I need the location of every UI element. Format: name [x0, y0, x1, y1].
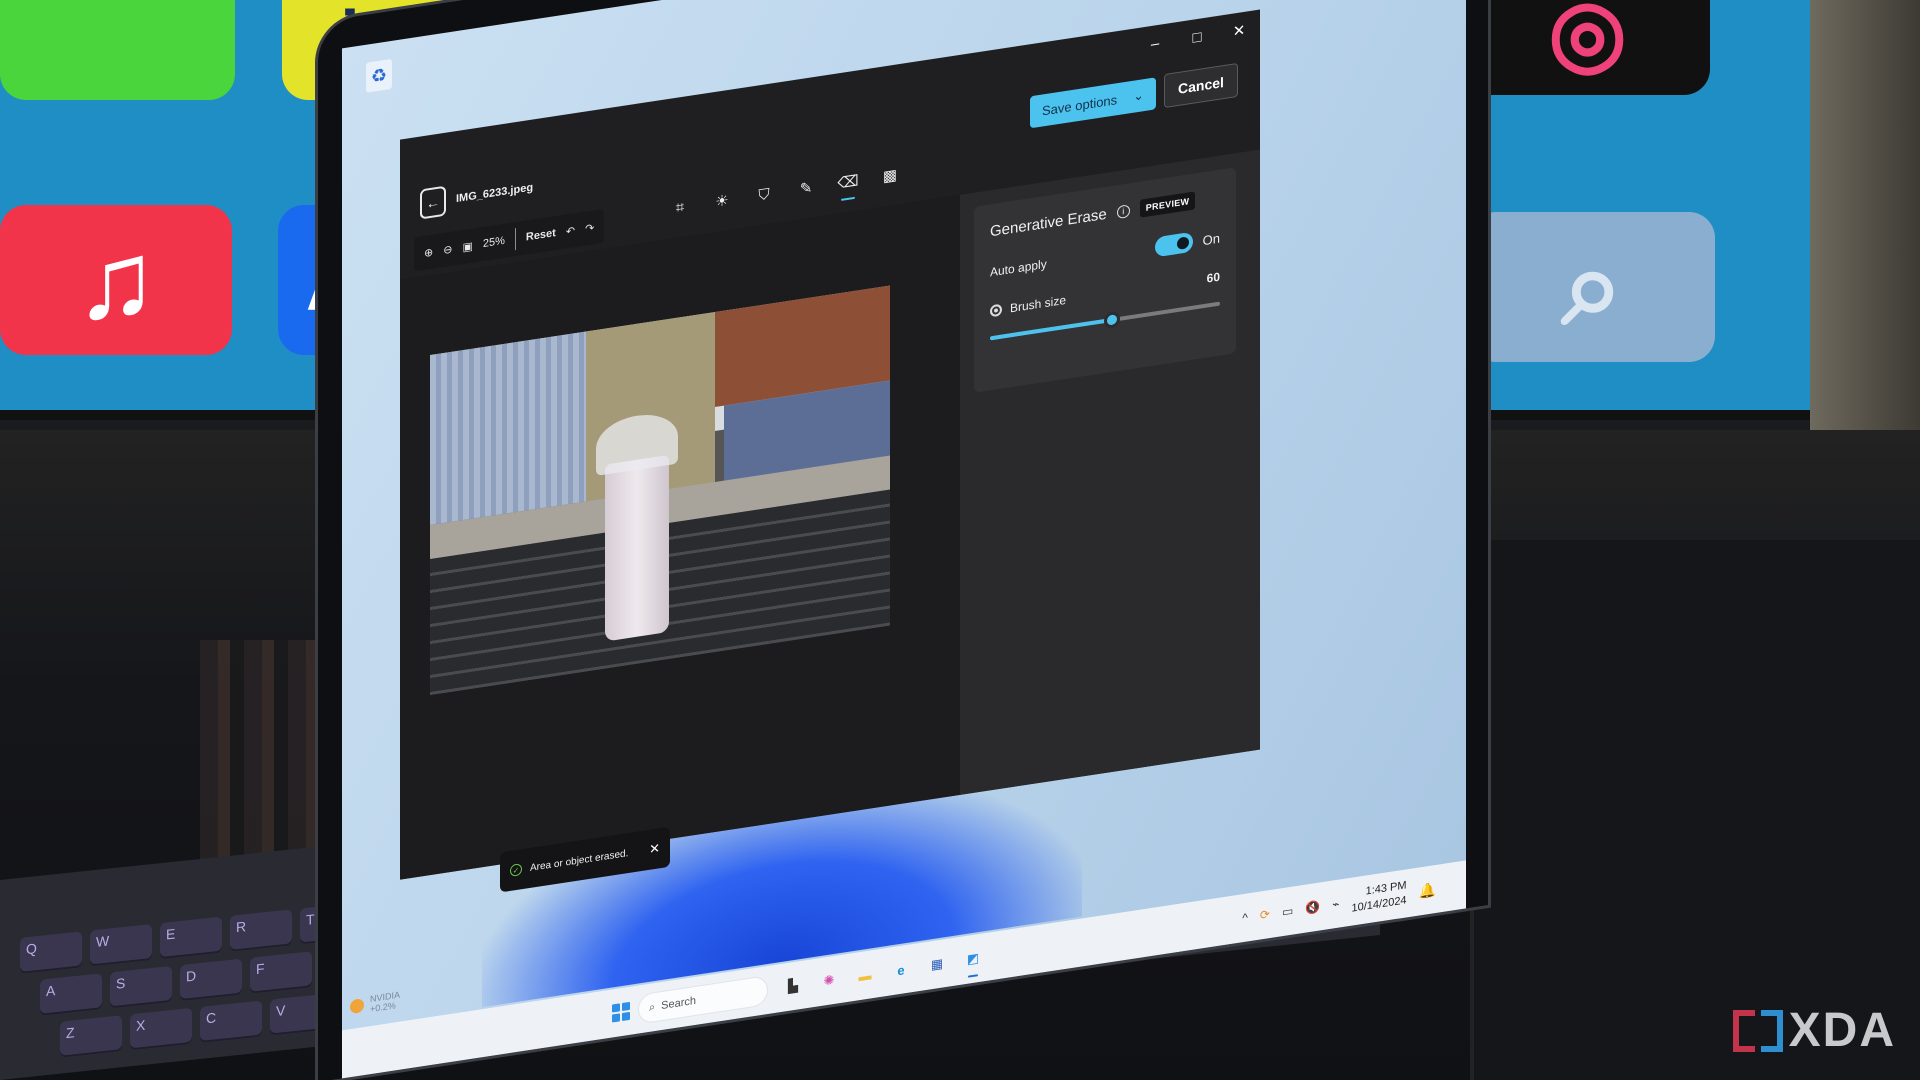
volume-muted-icon[interactable]: 🔇 [1305, 899, 1320, 915]
key: F [250, 951, 312, 994]
weather-widget[interactable]: NVIDIA +0.2% [350, 990, 400, 1018]
tv-app-search: ⌕ [1470, 212, 1715, 362]
fit-to-window-icon[interactable]: ▣ [462, 239, 472, 254]
laptop-screen: ♻ NVIDIA +0.2% – □ ✕ ← IMG_6233.jpeg Sav… [342, 0, 1466, 1079]
key: R [230, 909, 292, 952]
photos-app-icon[interactable]: ◩ [962, 946, 984, 971]
auto-apply-toggle[interactable] [1154, 231, 1193, 258]
generative-erase-card: Generative Erase i PREVIEW Auto apply On [974, 167, 1236, 393]
panel-title: Generative Erase [990, 205, 1107, 240]
toast-close-icon[interactable]: ✕ [649, 840, 660, 858]
undo-icon[interactable]: ↶ [566, 224, 575, 238]
minimize-button[interactable]: – [1134, 32, 1176, 55]
background-tool-icon[interactable]: ▩ [880, 160, 900, 191]
sync-icon[interactable]: ⟳ [1260, 907, 1270, 923]
save-options-button[interactable]: Save options ⌄ [1030, 77, 1156, 129]
key: S [110, 965, 172, 1009]
task-view-icon[interactable]: ▙ [782, 973, 804, 998]
back-button[interactable]: ← [420, 185, 446, 220]
tv-app-facetime [0, 0, 235, 100]
redo-icon[interactable]: ↷ [585, 221, 594, 235]
cancel-button[interactable]: Cancel [1164, 62, 1238, 109]
key: E [160, 916, 222, 960]
markup-tool-icon[interactable]: ✎ [796, 173, 816, 204]
crop-tool-icon[interactable]: ⌗ [670, 192, 690, 223]
edge-icon[interactable]: e [890, 957, 912, 982]
key: C [200, 1000, 262, 1043]
preview-badge: PREVIEW [1139, 191, 1196, 218]
filter-tool-icon[interactable]: ⛉ [754, 179, 774, 210]
auto-apply-state: On [1202, 230, 1220, 248]
recycle-bin-icon[interactable]: ♻ [366, 58, 392, 93]
auto-apply-label: Auto apply [990, 256, 1047, 280]
divider [514, 228, 516, 251]
photo-scene: itvX 5 2 ◎ ♫ A ⌕ Q W E R T A S D F G Z X… [0, 0, 1920, 1080]
tv-app-fitness: ◎ [1465, 0, 1710, 95]
widget-icon [350, 998, 364, 1015]
display-icon[interactable]: ▭ [1282, 903, 1293, 919]
edited-photo[interactable] [430, 285, 890, 696]
photo-building [430, 331, 587, 526]
xda-logo-bracket-right [1760, 1009, 1783, 1052]
erase-tool-icon[interactable]: ⌫ [837, 166, 858, 197]
maximize-button[interactable]: □ [1176, 25, 1218, 48]
battery-icon[interactable]: ⌁ [1332, 897, 1339, 912]
file-name: IMG_6233.jpeg [456, 181, 534, 206]
image-canvas[interactable]: ✓ Area or object erased. ✕ [400, 194, 960, 893]
key: W [90, 924, 152, 967]
zoom-out-icon[interactable]: ⊖ [443, 242, 452, 256]
back-arrow-icon: ← [426, 193, 440, 212]
zoom-level[interactable]: 25% [483, 235, 505, 250]
key: D [180, 958, 242, 1002]
brush-icon [990, 303, 1002, 318]
search-icon: ⌕ [649, 1000, 656, 1014]
brush-size-value: 60 [1206, 269, 1220, 286]
tool-panel: Generative Erase i PREVIEW Auto apply On [960, 149, 1260, 795]
key: A [40, 973, 102, 1016]
start-button[interactable] [612, 1001, 630, 1023]
zoom-in-icon[interactable]: ⊕ [424, 245, 433, 259]
photo-milkshake-cup [604, 454, 670, 642]
file-explorer-icon[interactable]: ▬ [854, 963, 876, 988]
key: Z [60, 1015, 122, 1058]
slider-fill [990, 317, 1112, 341]
info-icon[interactable]: i [1116, 203, 1130, 219]
xda-watermark: XDA [1732, 1003, 1896, 1058]
store-icon[interactable]: ▦ [926, 952, 948, 977]
toast-message: Area or object erased. [530, 847, 629, 874]
chevron-up-icon[interactable]: ^ [1242, 910, 1248, 925]
key: Q [20, 931, 82, 974]
copilot-icon[interactable]: ✺ [818, 968, 840, 993]
check-circle-icon: ✓ [510, 863, 522, 877]
chevron-down-icon: ⌄ [1133, 87, 1144, 104]
adjust-tool-icon[interactable]: ☀ [712, 185, 732, 216]
notification-bell-icon[interactable]: 🔔 [1419, 880, 1436, 900]
cabinet [1470, 540, 1920, 1080]
search-placeholder: Search [661, 994, 697, 1013]
clock[interactable]: 1:43 PM 10/14/2024 [1352, 879, 1407, 917]
close-button[interactable]: ✕ [1218, 19, 1260, 43]
key: X [130, 1007, 192, 1051]
save-options-label: Save options [1042, 91, 1118, 119]
xda-logo-bracket-left [1732, 1009, 1755, 1052]
slider-thumb[interactable] [1103, 310, 1120, 330]
photos-app-window: – □ ✕ ← IMG_6233.jpeg Save options ⌄ Can… [400, 9, 1260, 893]
laptop-lid: ♻ NVIDIA +0.2% – □ ✕ ← IMG_6233.jpeg Sav… [318, 0, 1488, 1080]
reset-button[interactable]: Reset [526, 227, 556, 244]
brush-size-label: Brush size [1010, 292, 1067, 316]
tv-app-music: ♫ [0, 205, 232, 355]
xda-text: XDA [1788, 1004, 1896, 1057]
